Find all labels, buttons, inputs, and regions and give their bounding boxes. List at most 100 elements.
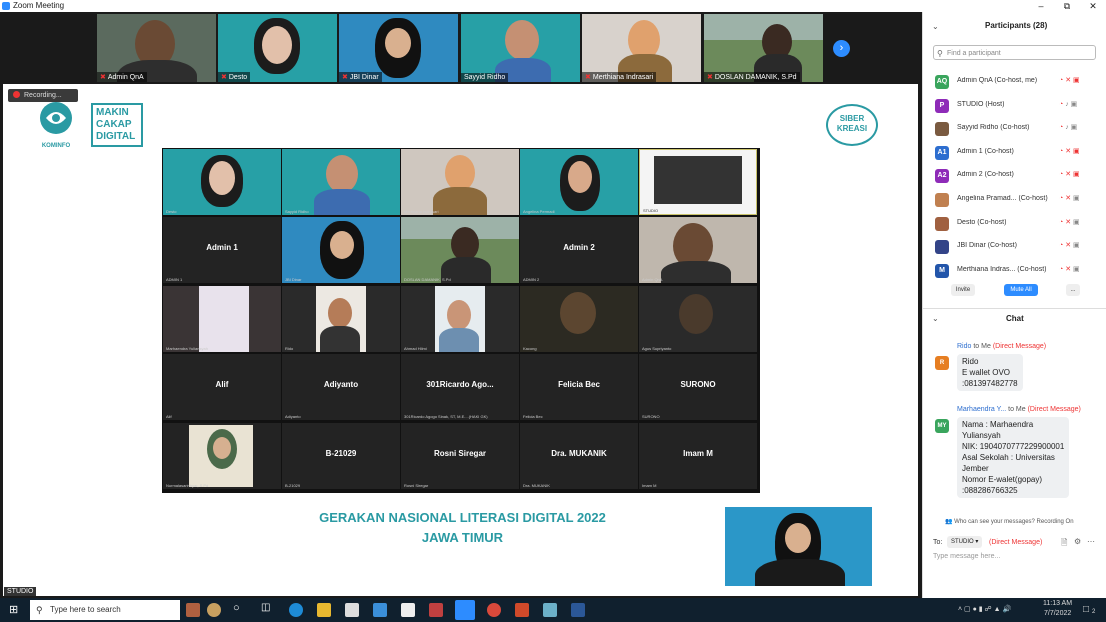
- camera-off-icon: ▣: [1073, 171, 1080, 179]
- taskbar-search-input[interactable]: ⚲ Type here to search: [30, 600, 180, 620]
- close-button[interactable]: ✕: [1080, 0, 1106, 12]
- clock-date[interactable]: 7/7/2022: [1044, 610, 1071, 617]
- cortana-icon[interactable]: ○: [233, 602, 240, 614]
- logo-line: DIGITAL: [96, 131, 136, 142]
- next-page-button[interactable]: ›: [833, 40, 850, 57]
- gallery-tile: Imam M Imam M: [639, 423, 757, 489]
- mail-icon[interactable]: [373, 603, 387, 617]
- participant-row[interactable]: JBI Dinar (Co-host) ◔ ✕ ▣: [935, 239, 1097, 255]
- kominfo-logo: KOMINFO: [36, 100, 76, 150]
- participant-row[interactable]: A2 Admin 2 (Co-host) ◔ ✕ ▣: [935, 168, 1097, 184]
- chat-dm-tag: (Direct Message): [989, 539, 1043, 546]
- participant-row[interactable]: Desto (Co-host) ◔ ✕ ▣: [935, 216, 1097, 232]
- tile-label: SURONO: [642, 414, 660, 419]
- participant-row[interactable]: M Merthiana Indras... (Co-host) ◔ ✕ ▣: [935, 263, 1097, 279]
- more-icon[interactable]: ⋯: [1087, 537, 1095, 546]
- tile-name: Adiyanto: [323, 380, 359, 389]
- video-thumbnail[interactable]: ✖ DOSLAN DAMANIK, S.Pd: [704, 14, 823, 82]
- task-view-icon[interactable]: ◫: [261, 602, 270, 613]
- participant-name: JBI Dinar (Co-host): [957, 242, 1017, 250]
- message-sender: Rido: [957, 343, 972, 350]
- logo-line: KREASI: [836, 124, 868, 133]
- settings-icon[interactable]: ⚙: [1074, 537, 1081, 546]
- video-thumbnail[interactable]: ✖ JBI Dinar: [339, 14, 458, 82]
- windows-taskbar: ⊞ ⚲ Type here to search ○ ◫ ˄ ▢ ● ▮ ☍ ▲ 🔊…: [0, 598, 1106, 622]
- participant-status-icons: ◔ ✕ ▣: [1059, 76, 1080, 84]
- file-explorer-icon[interactable]: [317, 603, 331, 617]
- notifications-icon[interactable]: □: [1083, 604, 1089, 615]
- gallery-tile: Rosni Siregar Rosni Siregar: [401, 423, 519, 489]
- chrome-icon[interactable]: [487, 603, 501, 617]
- participant-row[interactable]: A1 Admin 1 (Co-host) ◔ ✕ ▣: [935, 145, 1097, 161]
- collapse-chat-icon[interactable]: ⌄: [932, 314, 939, 323]
- mic-muted-icon: ✕: [1065, 171, 1073, 179]
- tile-label: Kacong: [523, 346, 537, 351]
- tile-label: JBI Dinar: [285, 277, 302, 282]
- participant-search-input[interactable]: ⚲ Find a participant: [933, 45, 1096, 60]
- invite-button[interactable]: Invite: [951, 284, 975, 296]
- participant-name: Admin QnA (Co-host, me): [957, 77, 1038, 84]
- mute-all-button[interactable]: Mute All: [1004, 284, 1038, 296]
- chat-input[interactable]: Type message here...: [933, 553, 1000, 560]
- mic-muted-icon: ✖: [585, 74, 591, 81]
- participant-name: Merthiana Indras... (Co-host): [957, 265, 1047, 273]
- message-line: NIK: 1904070777229900001: [962, 442, 1065, 451]
- participant-row[interactable]: Angelina Pramad... (Co-host) ◔ ✕ ▣: [935, 192, 1097, 208]
- edge-icon[interactable]: [289, 603, 303, 617]
- document-icon[interactable]: [401, 603, 415, 617]
- more-options-button[interactable]: ...: [1066, 284, 1080, 296]
- word-icon[interactable]: [571, 603, 585, 617]
- zoom-taskbar-icon[interactable]: [455, 600, 475, 620]
- logo-line: MAKIN: [96, 107, 129, 118]
- camera-icon: ▣: [1070, 100, 1078, 108]
- participant-status-icons: ◔ ✕ ▣: [1059, 218, 1080, 226]
- sign-language-interpreter-video: [725, 507, 872, 586]
- powerpoint-icon[interactable]: [515, 603, 529, 617]
- participant-row[interactable]: P STUDIO (Host) ◔ ♪ ▣: [935, 98, 1097, 114]
- recipient-dropdown[interactable]: STUDIO ▾: [947, 536, 983, 548]
- recipient-value: STUDIO: [951, 539, 974, 545]
- participant-row[interactable]: AQ Admin QnA (Co-host, me) ◔ ✕ ▣: [935, 74, 1097, 90]
- tile-name: 301Ricardo Ago...: [426, 380, 494, 389]
- gallery-tile: JBI Dinar: [282, 217, 400, 283]
- tile-label: ADMIN 1: [166, 277, 183, 282]
- store-icon[interactable]: [345, 603, 359, 617]
- chat-title: Chat: [1006, 314, 1024, 323]
- tile-label: DOSLAN DAMANIK, S.Pd: [404, 277, 451, 282]
- notes-icon[interactable]: [543, 603, 557, 617]
- mic-muted-icon: ✕: [1065, 195, 1073, 202]
- who-can-see-link[interactable]: 👥 Who can see your messages? Recording O…: [945, 518, 1074, 525]
- message-line: Rido: [962, 357, 979, 366]
- chevron-down-icon: ▾: [975, 539, 979, 545]
- clock-time[interactable]: 11:13 AM: [1043, 600, 1072, 607]
- file-icon[interactable]: 🗎: [1061, 537, 1067, 551]
- tray-icons[interactable]: ˄ ▢ ● ▮ ☍ ▲ 🔊: [958, 605, 1011, 613]
- gallery-tile: 301Ricardo Ago... 301Ricardo Agogo Sinak,…: [401, 354, 519, 420]
- avatar: [935, 216, 949, 231]
- video-thumbnail[interactable]: ✖ Desto: [218, 14, 337, 82]
- tile-label: STUDIO: [643, 208, 659, 213]
- avatar: M: [935, 263, 949, 278]
- video-thumbnail[interactable]: ✖ Admin QnA: [97, 14, 216, 82]
- participant-row[interactable]: Sayyid Ridho (Co-host) ◔ ♪ ▣: [935, 121, 1097, 137]
- participant-status-icons: ◔ ✕ ▣: [1059, 265, 1080, 273]
- tile-label: Merthiana Indrasari: [404, 209, 439, 214]
- logo-line: CAKAP: [96, 119, 132, 130]
- minimize-button[interactable]: –: [1028, 0, 1054, 12]
- cookie-icon[interactable]: [207, 603, 221, 617]
- camera-icon: ▣: [1073, 218, 1080, 226]
- video-thumbnail[interactable]: ✖ Merthiana Indrasari: [582, 14, 701, 82]
- collapse-participants-icon[interactable]: ⌄: [932, 22, 939, 31]
- kominfo-emblem-icon: [40, 102, 72, 134]
- app-grid-icon[interactable]: [429, 603, 443, 617]
- maximize-button[interactable]: ⧉: [1054, 0, 1080, 12]
- news-widget-icon[interactable]: [186, 603, 200, 617]
- windows-start-icon[interactable]: ⊞: [9, 603, 18, 616]
- gallery-tile: SURONO SURONO: [639, 354, 757, 420]
- tile-label: ADMIN 2: [523, 277, 540, 282]
- mic-muted-icon: ✖: [707, 74, 713, 81]
- message-line: E wallet OVO: [962, 368, 1011, 377]
- tile-label: Adiyanto: [285, 414, 301, 419]
- video-thumbnail[interactable]: Sayyid Ridho: [461, 14, 580, 82]
- message-sender: Marhaendra Y...: [957, 406, 1007, 413]
